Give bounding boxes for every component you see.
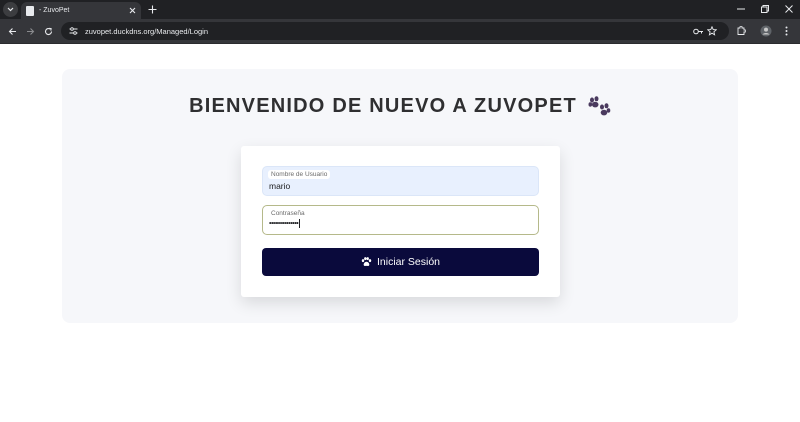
- password-field[interactable]: Contraseña •••••••••••••••: [262, 205, 539, 235]
- username-field[interactable]: Nombre de Usuario mario: [262, 166, 539, 196]
- minimize-icon[interactable]: [731, 2, 751, 16]
- login-button[interactable]: Iniciar Sesión: [262, 248, 539, 276]
- browser-tab[interactable]: - ZuvoPet: [21, 2, 141, 19]
- page-favicon-icon: [26, 5, 34, 16]
- tab-list-icon[interactable]: [3, 2, 18, 17]
- username-value: mario: [269, 181, 291, 191]
- plus-icon[interactable]: [146, 3, 159, 16]
- close-window-icon[interactable]: [779, 2, 799, 16]
- page-viewport: BIENVENIDO DE NUEVO A ZUVOPET Nombre de …: [0, 44, 800, 422]
- password-value: •••••••••••••••: [269, 219, 301, 228]
- login-card: Nombre de Usuario mario Contraseña •••••…: [241, 146, 560, 297]
- page-heading: BIENVENIDO DE NUEVO A ZUVOPET: [62, 95, 738, 118]
- login-panel: BIENVENIDO DE NUEVO A ZUVOPET Nombre de …: [62, 69, 738, 323]
- forward-icon[interactable]: [23, 24, 37, 38]
- url-text: zuvopet.duckdns.org/Managed/Login: [85, 26, 209, 36]
- password-key-icon[interactable]: [692, 25, 704, 37]
- paw-icon: [588, 95, 611, 115]
- paw-icon: [361, 257, 372, 267]
- site-info-icon[interactable]: [67, 25, 79, 37]
- restore-icon[interactable]: [755, 2, 775, 16]
- text-caret: [299, 219, 301, 228]
- profile-icon[interactable]: [760, 25, 772, 37]
- page-title: BIENVENIDO DE NUEVO A ZUVOPET: [189, 95, 577, 117]
- close-icon[interactable]: [126, 5, 138, 17]
- password-label: Contraseña: [271, 210, 305, 217]
- address-bar[interactable]: zuvopet.duckdns.org/Managed/Login: [61, 22, 729, 40]
- reload-icon[interactable]: [41, 24, 55, 38]
- star-icon[interactable]: [706, 25, 718, 37]
- tab-title: - ZuvoPet: [39, 7, 70, 14]
- browser-tab-bar: - ZuvoPet: [0, 0, 800, 19]
- back-icon[interactable]: [5, 24, 19, 38]
- username-label: Nombre de Usuario: [268, 170, 331, 179]
- kebab-menu-icon[interactable]: [780, 25, 792, 37]
- login-button-label: Iniciar Sesión: [376, 256, 441, 268]
- browser-toolbar: zuvopet.duckdns.org/Managed/Login: [0, 19, 800, 44]
- extensions-icon[interactable]: [735, 25, 747, 37]
